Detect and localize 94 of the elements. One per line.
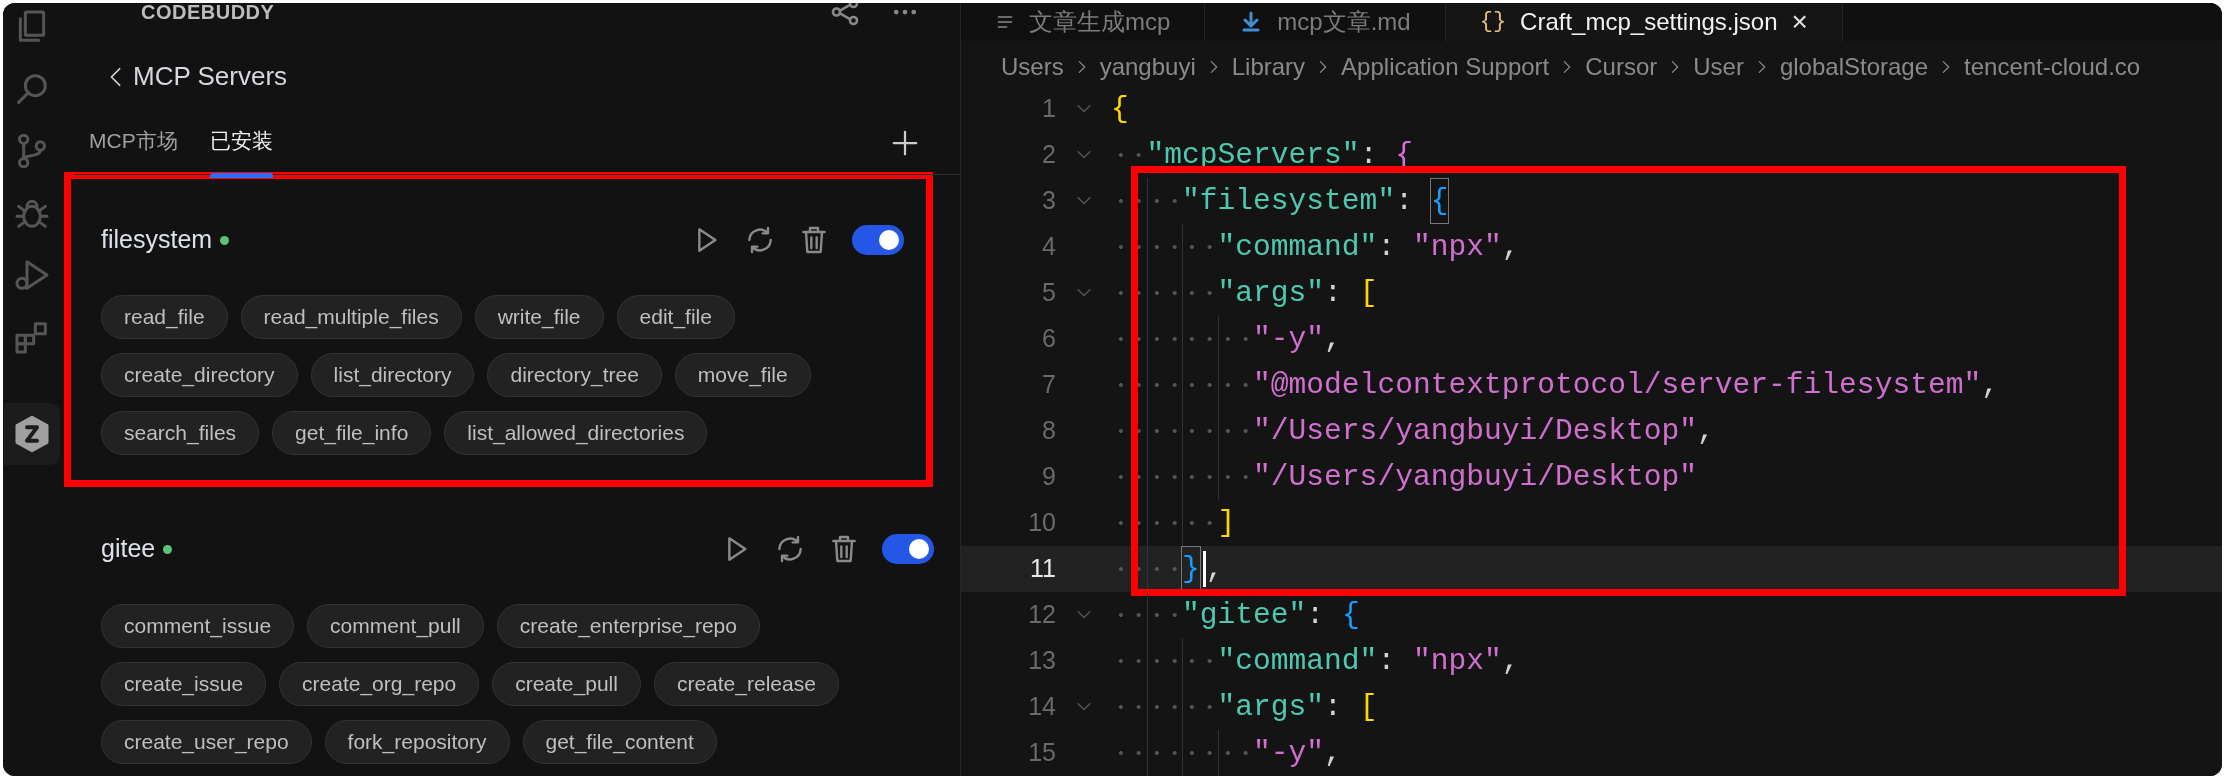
line-number: 1 <box>1041 93 1056 125</box>
code-key: "args" <box>1217 684 1325 730</box>
line-number: 7 <box>1041 369 1056 401</box>
code-punctuation: : <box>1395 182 1414 220</box>
tool-tag: move_file <box>674 353 811 397</box>
code-key: "mcpServers" <box>1146 132 1360 178</box>
line-number: 5 <box>1041 277 1056 309</box>
code-bracket: } <box>1182 546 1200 592</box>
tool-tag: create_directory <box>101 353 298 397</box>
code-punctuation: , <box>1324 320 1342 358</box>
line-number: 10 <box>1027 507 1056 539</box>
code-string: "/Users/yangbuyi/Desktop" <box>1253 412 1698 450</box>
tool-tag: directory_tree <box>487 353 662 397</box>
code-string: "-y" <box>1253 734 1325 772</box>
line-number: 11 <box>1029 553 1056 585</box>
code-key: "command" <box>1217 224 1378 270</box>
code-bracket: [ <box>1359 274 1378 312</box>
tool-tag: list_allowed_directories <box>444 411 708 455</box>
code-key: "filesystem" <box>1182 178 1396 224</box>
code-punctuation: : <box>1377 228 1397 266</box>
tool-tag: create_pull <box>492 662 641 706</box>
code-string: "-y" <box>1253 320 1325 358</box>
close-icon[interactable]: × <box>1791 7 1808 36</box>
line-number: 4 <box>1041 231 1056 263</box>
code-bracket: { <box>1341 596 1360 634</box>
tool-tag: comment_pull <box>307 604 484 648</box>
breadcrumb-item[interactable]: Cursor <box>1585 49 1658 86</box>
code-bracket: [ <box>1359 688 1378 726</box>
code-string: "/Users/yangbuyi/Desktop" <box>1253 458 1698 496</box>
code-bracket: ] <box>1217 504 1236 542</box>
tool-tag: edit_file <box>616 295 735 339</box>
code-punctuation: : <box>1377 642 1397 680</box>
code-punctuation: , <box>1205 550 1224 588</box>
tool-tag: get_file_info <box>272 411 432 455</box>
tool-tag: create_release <box>653 662 839 706</box>
code-punctuation: , <box>1981 366 1999 404</box>
tool-tag: comment_issue <box>101 604 295 648</box>
code-key: "args" <box>1217 270 1325 316</box>
code-punctuation: : <box>1359 136 1379 174</box>
add-button[interactable] <box>890 128 920 158</box>
tool-tag: create_issue <box>101 662 267 706</box>
breadcrumb-item[interactable]: globalStorage <box>1779 49 1929 86</box>
back-button[interactable]: MCP Servers <box>105 57 288 96</box>
breadcrumb-item[interactable]: User <box>1693 49 1744 86</box>
tool-tag: create_user_repo <box>101 720 312 764</box>
line-number: 6 <box>1041 323 1056 355</box>
panel-tab[interactable]: MCP市场 <box>73 124 194 174</box>
code-key: "gitee" <box>1182 592 1307 638</box>
code-key: "command" <box>1217 638 1378 684</box>
code-string: "npx" <box>1412 228 1502 266</box>
line-number: 2 <box>1041 139 1056 171</box>
codebuddy-tab[interactable] <box>4 403 60 465</box>
panel-title: CODEBUDDY <box>141 3 275 25</box>
code-punctuation: , <box>1697 412 1715 450</box>
tool-tag: create_org_repo <box>279 662 480 706</box>
code-bracket: { <box>1430 178 1449 224</box>
code-punctuation: : <box>1324 274 1343 312</box>
line-number: 3 <box>1041 185 1056 217</box>
line-number: 9 <box>1041 461 1056 493</box>
code-string: "npx" <box>1412 642 1502 680</box>
breadcrumb-item[interactable]: Application Support <box>1341 49 1550 86</box>
code-bracket: { <box>1111 90 1129 128</box>
toggle-switch[interactable] <box>882 534 934 564</box>
breadcrumb-item[interactable]: Library <box>1231 49 1306 86</box>
tool-tag: search_files <box>101 411 260 455</box>
code-string: "@modelcontextprotocol/server-filesystem" <box>1253 366 1982 404</box>
tool-tag: list_directory <box>310 353 475 397</box>
breadcrumb-item[interactable]: tencent-cloud.co <box>1964 49 2141 86</box>
braces-icon: {} <box>1479 5 1507 39</box>
editor-tab[interactable]: {} Craft_mcp_settings.json × <box>1445 3 1843 41</box>
code-punctuation: : <box>1324 688 1343 726</box>
line-number: 15 <box>1027 737 1056 769</box>
code-punctuation: , <box>1501 228 1520 266</box>
tool-tag: read_multiple_files <box>240 295 462 339</box>
code-punctuation: , <box>1501 642 1520 680</box>
line-number: 14 <box>1027 691 1056 723</box>
breadcrumb-item[interactable]: yangbuyi <box>1099 49 1196 86</box>
line-number: 8 <box>1041 415 1056 447</box>
toggle-switch[interactable] <box>852 225 904 255</box>
tool-tag: create_enterprise_repo <box>496 604 760 648</box>
tab-label: 文章生成mcp <box>1029 6 1171 37</box>
tool-tag: fork_repository <box>324 720 510 764</box>
server-name: filesystem <box>101 224 213 256</box>
tab-label: Craft_mcp_settings.json <box>1520 6 1778 37</box>
line-number: 13 <box>1027 645 1056 677</box>
tool-tag: get_file_content <box>522 720 717 764</box>
tool-tag: write_file <box>474 295 604 339</box>
code-punctuation: : <box>1306 596 1326 634</box>
tab-label: mcp文章.md <box>1277 6 1411 37</box>
server-name: gitee <box>101 533 156 565</box>
line-number: 12 <box>1027 599 1056 631</box>
tool-tag: read_file <box>101 295 228 339</box>
code-punctuation: , <box>1324 734 1342 772</box>
breadcrumb-item[interactable]: Users <box>1001 49 1064 86</box>
